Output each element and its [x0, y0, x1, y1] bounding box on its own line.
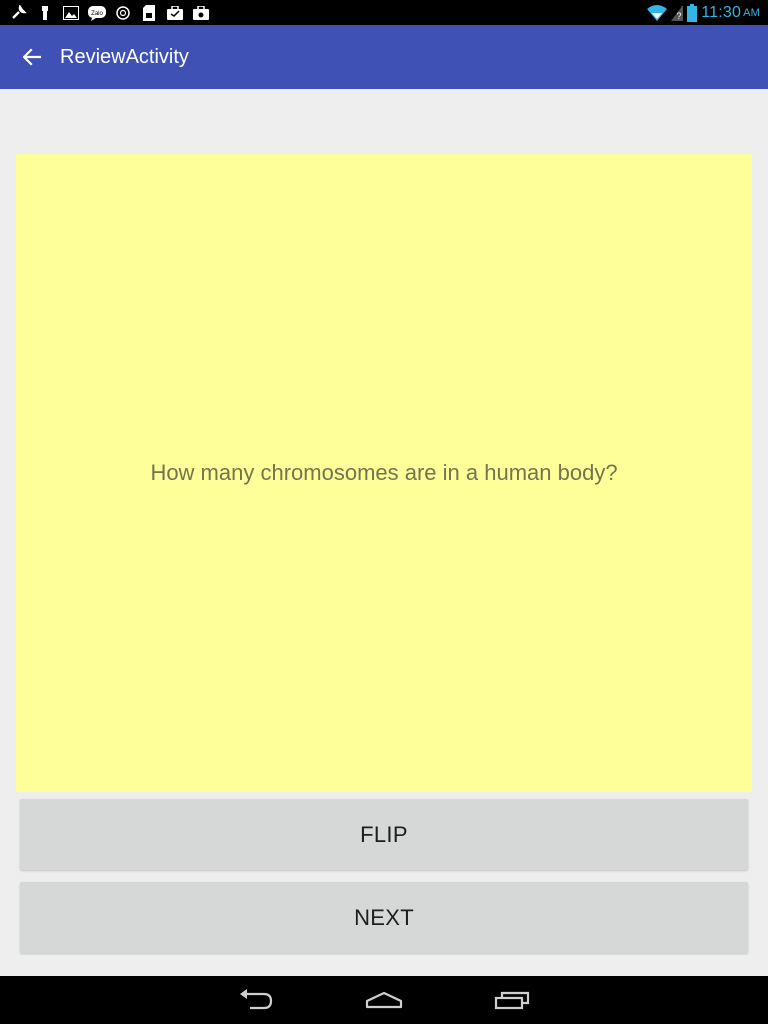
- system-status: ? 11:30 AM: [643, 0, 760, 25]
- flashcard-question: How many chromosomes are in a human body…: [150, 460, 618, 485]
- flashcard[interactable]: How many chromosomes are in a human body…: [16, 154, 752, 792]
- nav-recents-button[interactable]: [448, 976, 576, 1024]
- page-title: ReviewActivity: [60, 45, 189, 68]
- usb-icon: [36, 4, 54, 22]
- recents-nav-icon: [494, 991, 530, 1010]
- signal-icon: ?: [671, 4, 684, 21]
- battery-icon: [687, 3, 698, 22]
- status-bar: Zalo ? 11:30 AM: [0, 0, 768, 25]
- briefcase-notification-icon: [192, 4, 210, 22]
- navigation-bar: [0, 976, 768, 1024]
- zalo-icon: Zalo: [88, 4, 106, 22]
- wrench-icon: [10, 4, 28, 22]
- arrow-back-icon: [23, 48, 41, 66]
- clock: 11:30 AM: [701, 4, 760, 22]
- app-bar: ReviewActivity: [0, 25, 768, 89]
- svg-text:?: ?: [677, 11, 682, 21]
- back-nav-icon: [240, 989, 273, 1010]
- clock-time: 11:30: [701, 3, 742, 21]
- sd-card-icon: [140, 4, 158, 22]
- home-nav-icon: [365, 991, 403, 1009]
- image-icon: [62, 4, 80, 22]
- briefcase-icon: [166, 4, 184, 22]
- back-button[interactable]: [4, 29, 60, 85]
- nav-back-button[interactable]: [192, 976, 320, 1024]
- flip-button[interactable]: FLIP: [20, 799, 748, 870]
- notification-icons: Zalo: [10, 0, 218, 25]
- clock-ampm: AM: [743, 6, 760, 19]
- next-button[interactable]: NEXT: [20, 882, 748, 953]
- wifi-icon: [647, 4, 668, 21]
- svg-text:Zalo: Zalo: [91, 11, 103, 17]
- sync-icon: [114, 4, 132, 22]
- nav-home-button[interactable]: [320, 976, 448, 1024]
